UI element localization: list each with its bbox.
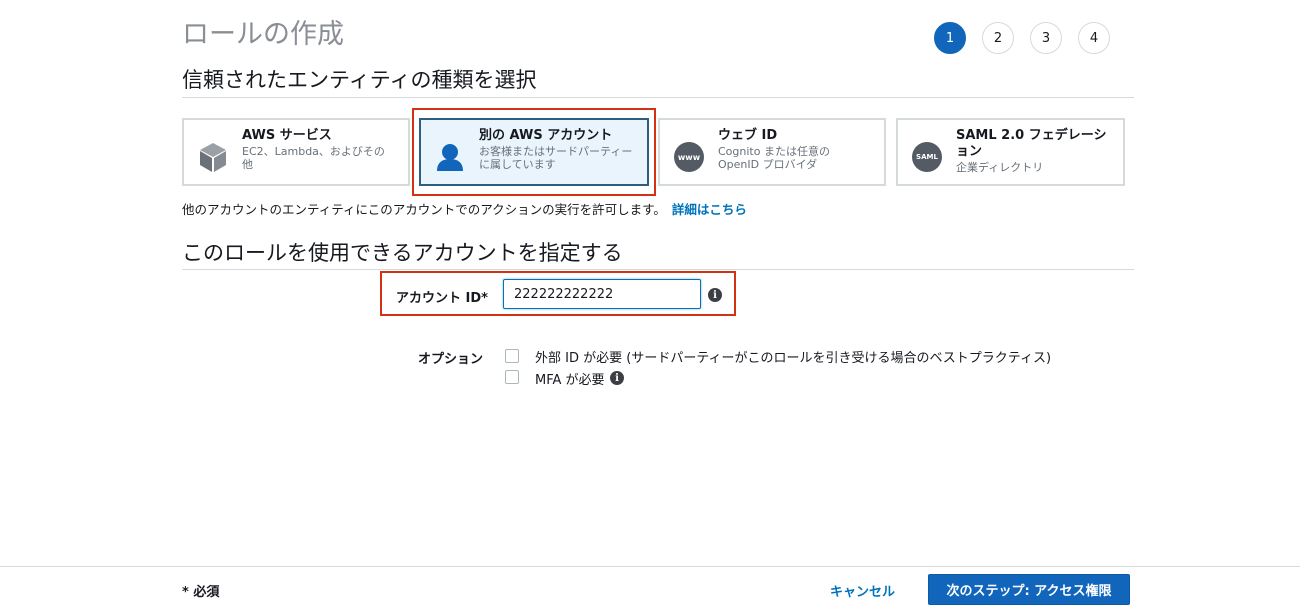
account-id-label: アカウント ID* xyxy=(396,291,488,306)
card-aws-service[interactable]: AWS サービス EC2、Lambda、およびその他 xyxy=(182,118,410,186)
card-description: EC2、Lambda、およびその他 xyxy=(242,145,385,171)
card-title: ウェブ ID xyxy=(718,128,778,143)
account-id-input[interactable] xyxy=(503,279,701,309)
info-icon[interactable]: i xyxy=(610,371,624,385)
required-note: * 必須 xyxy=(182,585,220,600)
help-text: 他のアカウントのエンティティにこのアカウントでのアクションの実行を許可します。 xyxy=(182,202,666,217)
divider xyxy=(182,97,1134,98)
card-description: Cognito または任意の OpenID プロバイダ xyxy=(718,145,830,171)
divider xyxy=(182,269,1134,270)
card-title: AWS サービス xyxy=(242,128,332,143)
card-another-aws-account[interactable]: 別の AWS アカウント お客様またはサードパーティーに属しています xyxy=(419,118,649,186)
step-4[interactable]: 4 xyxy=(1078,22,1110,54)
step-indicator: 1 2 3 4 xyxy=(934,22,1110,54)
require-mfa-checkbox[interactable] xyxy=(505,370,519,384)
card-description: 企業ディレクトリ xyxy=(956,161,1044,174)
card-web-identity[interactable]: www ウェブ ID Cognito または任意の OpenID プロバイダ xyxy=(658,118,886,186)
require-external-id-label: 外部 ID が必要 (サードパーティーがこのロールを引き受ける場合のベストプラク… xyxy=(535,351,1052,366)
next-step-button[interactable]: 次のステップ: アクセス権限 xyxy=(928,574,1130,605)
card-saml-federation[interactable]: SAML SAML 2.0 フェデレーション 企業ディレクトリ xyxy=(896,118,1125,186)
cube-icon xyxy=(196,140,230,174)
step-2[interactable]: 2 xyxy=(982,22,1014,54)
options-label: オプション xyxy=(418,352,484,367)
step-3[interactable]: 3 xyxy=(1030,22,1062,54)
account-heading: このロールを使用できるアカウントを指定する xyxy=(182,241,623,265)
require-external-id-checkbox[interactable] xyxy=(505,349,519,363)
footer-divider xyxy=(0,566,1300,567)
trusted-entity-heading: 信頼されたエンティティの種類を選択 xyxy=(182,68,537,92)
info-icon[interactable]: i xyxy=(708,288,722,302)
card-description: お客様またはサードパーティーに属しています xyxy=(479,145,633,171)
cancel-button[interactable]: キャンセル xyxy=(830,581,895,600)
step-1[interactable]: 1 xyxy=(934,22,966,54)
www-icon: www xyxy=(672,140,706,174)
learn-more-link[interactable]: 詳細はこちら xyxy=(672,202,747,217)
require-mfa-label: MFA が必要 xyxy=(535,373,605,388)
user-icon xyxy=(433,140,467,174)
help-line: 他のアカウントのエンティティにこのアカウントでのアクションの実行を許可します。詳… xyxy=(182,199,747,218)
page-title: ロールの作成 xyxy=(182,19,344,50)
card-title: 別の AWS アカウント xyxy=(479,128,613,143)
saml-icon: SAML xyxy=(910,140,944,174)
card-title: SAML 2.0 フェデレーション xyxy=(956,128,1107,159)
